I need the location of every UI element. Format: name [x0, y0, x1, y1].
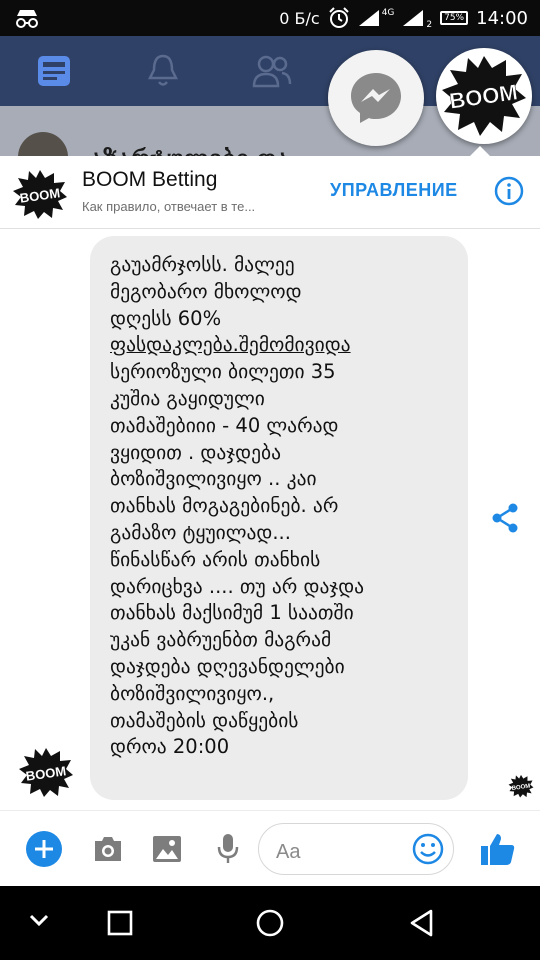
mic-icon[interactable]: [216, 833, 240, 865]
signal-icon: [358, 10, 379, 26]
chat-panel: BOOM BOOM Betting Как правило, отвечает …: [0, 156, 540, 886]
status-bar: 0 Б/с 4G 2 75% 14:00: [0, 0, 540, 36]
message-line: სერიოზული ბილეთი 35: [110, 360, 336, 384]
news-feed-icon: [38, 56, 70, 86]
gallery-icon[interactable]: [152, 835, 182, 863]
message-line: გაუამრჯოსს. მალეე: [110, 253, 295, 276]
incognito-icon: [16, 10, 38, 28]
messenger-chat-head[interactable]: [328, 50, 424, 146]
page-avatar[interactable]: BOOM: [12, 168, 68, 220]
manage-button[interactable]: УПРАВЛЕНИЕ: [330, 180, 458, 201]
messenger-icon: [351, 73, 401, 123]
composer-bar: Aa: [0, 810, 540, 887]
signal-icon-2: [403, 10, 424, 26]
message-line: უკან ვაბრუენბთ მაგრამ: [110, 628, 332, 652]
message-line: დარიცხვა .... თუ არ დაჯდა: [110, 574, 365, 598]
message-line: დროა 20:00: [110, 735, 230, 759]
chat-header: BOOM BOOM Betting Как правило, отвечает …: [0, 156, 540, 229]
chat-head-pointer: [470, 146, 490, 156]
message-line: თანხას მაქსიმუმ 1 საათში: [110, 601, 354, 625]
message-line: ვყიდით . დაჯდება: [110, 440, 281, 464]
emoji-icon[interactable]: [412, 833, 444, 865]
message-line: გამაზო ტყუილად...: [110, 520, 291, 544]
home-icon[interactable]: [255, 908, 285, 938]
thumbs-up-icon[interactable]: [480, 831, 516, 867]
camera-icon[interactable]: [92, 835, 124, 863]
recents-icon[interactable]: [107, 910, 133, 936]
message-line: თანხას მოგაგებინებ. არ: [110, 494, 339, 518]
info-icon[interactable]: [494, 176, 524, 206]
message-text: გაუამრჯოსს. მალეე მეგობარო მხოლოდ დღესს …: [110, 252, 450, 761]
alarm-icon: [328, 7, 349, 28]
back-icon[interactable]: [408, 908, 434, 938]
message-line: კუშია გაყიდული: [110, 386, 265, 410]
share-icon[interactable]: [490, 502, 520, 534]
message-line: დღესს 60%: [110, 306, 222, 330]
message-line-link[interactable]: ფასდაკლება.შემომივიდა: [110, 332, 450, 359]
system-nav-bar: [0, 886, 540, 960]
sender-avatar[interactable]: BOOM: [18, 746, 74, 798]
add-button[interactable]: [26, 831, 62, 867]
message-line: თამაშებიიი - 40 ლარად: [110, 413, 339, 437]
bell-icon: [147, 54, 179, 86]
seen-indicator-avatar: BOOM: [508, 774, 534, 798]
message-line: თამაშების დაწყების: [110, 708, 299, 732]
boom-logo-icon: BOOM: [442, 56, 526, 136]
data-rate: 0 Б/с: [279, 8, 320, 28]
message-line: ბოზიშვილივიყო .. კაი: [110, 467, 317, 491]
message-line: წინასწარ არის თანხის: [110, 547, 321, 571]
friends-icon: [252, 55, 292, 88]
network-type: 4G: [381, 8, 395, 18]
chat-subtitle: Как правило, отвечает в те...: [82, 199, 256, 214]
message-line: ბოზიშვილივიყო.,: [110, 681, 275, 705]
boom-chat-head[interactable]: BOOM: [436, 48, 532, 144]
message-line: დაჯდება დღევანდელები: [110, 654, 345, 678]
chat-title[interactable]: BOOM Betting: [82, 168, 217, 192]
hide-keyboard-icon[interactable]: [28, 912, 50, 928]
battery-icon: 75%: [440, 11, 469, 25]
message-line: მეგობარო მხოლოდ: [110, 279, 302, 303]
clock: 14:00: [476, 7, 528, 29]
sim-index: 2: [426, 20, 433, 30]
plus-icon: [35, 840, 53, 858]
message-input-placeholder: Aa: [276, 841, 301, 863]
